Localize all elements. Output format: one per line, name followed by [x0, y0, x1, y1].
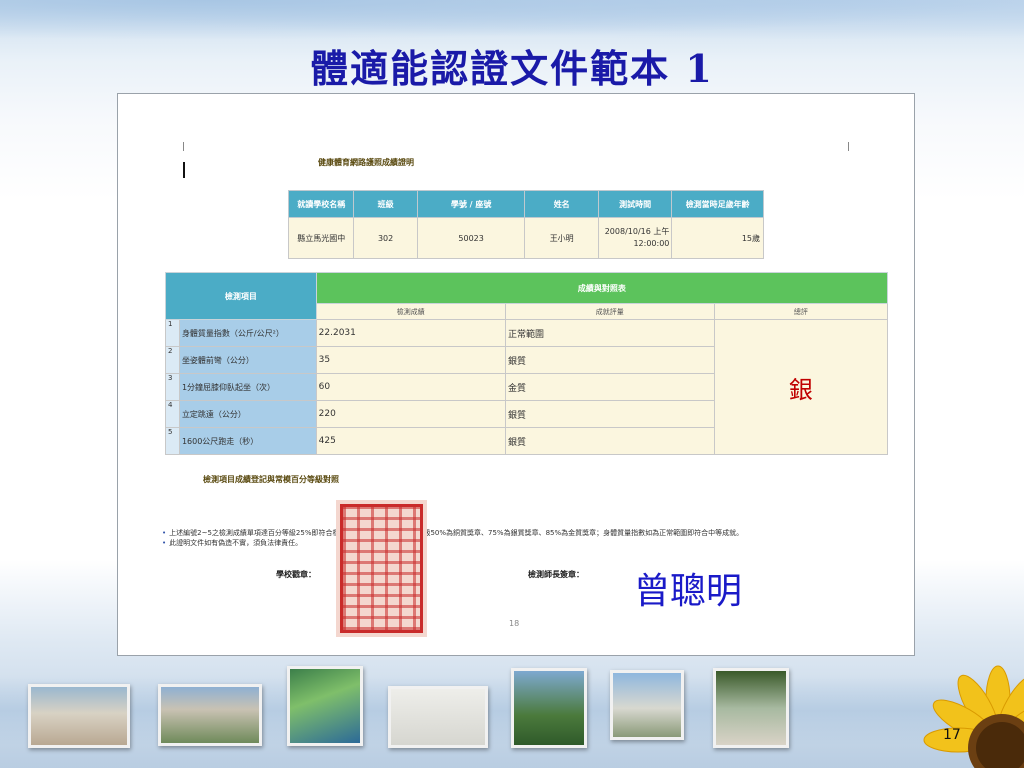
text-cursor [183, 162, 185, 178]
sky-background [0, 0, 1024, 40]
bullet-icon: • [162, 539, 167, 547]
row-rating: 正常範圍 [504, 319, 715, 347]
row-score: 22.2031 [315, 319, 506, 347]
col-rating: 成就評量 [504, 303, 715, 320]
row-item: 坐姿體前彎（公分） [178, 346, 317, 374]
overall-medal: 銀 [713, 319, 889, 455]
bullet-icon: • [162, 529, 167, 537]
row-score: 425 [315, 427, 506, 455]
col-age: 檢測當時足歲年齡 [671, 190, 764, 218]
section-norm-title: 檢測項目成績登記與常模百分等級對照 [203, 475, 339, 484]
row-score: 220 [315, 400, 506, 428]
photo-thumbnail [28, 684, 130, 748]
sunflower-icon [923, 665, 1024, 768]
table-row: 1 身體質量指數（公斤/公尺²） 22.2031 正常範圍 銀 [165, 319, 889, 455]
col-student-id: 學號 / 座號 [416, 190, 526, 218]
note-text: 上述編號2~5之檢測成績單項達百分等級25%即符合標準成就，各項成績達百分等級5… [169, 529, 744, 537]
school-seal-stamp [336, 500, 427, 637]
row-item: 身體質量指數（公斤/公尺²） [178, 319, 317, 347]
row-rating: 銀質 [504, 346, 715, 374]
director-sign-label: 檢測師長簽章： [528, 570, 584, 579]
note-item: • 上述編號2~5之檢測成績單項達百分等級25%即符合標準成就，各項成績達百分等級… [162, 528, 743, 538]
col-name: 姓名 [524, 190, 599, 218]
col-school: 就讀學校名稱 [287, 190, 355, 218]
note-text: 此證明文件如有偽造不實，須負法律責任。 [169, 539, 303, 547]
col-score-reference: 成績與對照表 [315, 272, 889, 304]
document-preview: 健康體育網路護照成績證明 就讀學校名稱 班級 學號 / 座號 姓名 測試時間 檢… [117, 93, 915, 656]
photo-strip [0, 656, 1024, 768]
photo-thumbnail [158, 684, 262, 746]
row-number: 5 [165, 427, 180, 455]
results-header-row: 檢測項目 成績與對照表 [165, 272, 889, 320]
slide-number: 17 [943, 727, 961, 743]
row-number: 3 [165, 373, 180, 401]
col-test-score: 檢測成績 [315, 303, 506, 320]
row-score: 35 [315, 346, 506, 374]
row-rating: 銀質 [504, 400, 715, 428]
student-table-row: 縣立馬光國中 302 50023 王小明 2008/10/16 上午 12:00… [287, 217, 764, 259]
row-rating: 銀質 [504, 427, 715, 455]
col-class: 班級 [353, 190, 418, 218]
document-title: 健康體育網路護照成績證明 [318, 158, 414, 167]
cell-name: 王小明 [524, 217, 599, 259]
col-test-item: 檢測項目 [165, 272, 317, 320]
director-signature: 曾聰明 [634, 571, 743, 612]
cell-school: 縣立馬光國中 [287, 217, 355, 259]
note-item: • 此證明文件如有偽造不實，須負法律責任。 [162, 538, 302, 548]
photo-thumbnail [511, 668, 587, 748]
photo-thumbnail [287, 666, 363, 746]
cell-age: 15歲 [671, 217, 764, 259]
seal-pattern [340, 504, 423, 633]
photo-thumbnail [713, 668, 789, 748]
col-overall: 總評 [713, 303, 889, 320]
row-score: 60 [315, 373, 506, 401]
row-item: 立定跳遠（公分） [178, 400, 317, 428]
col-test-time: 測試時間 [597, 190, 673, 218]
results-table: 檢測項目 成績與對照表 檢測成績 成就評量 總評 1 身體質量指數（公斤/公尺²… [165, 272, 889, 455]
row-number: 1 [165, 319, 180, 347]
document-page-number: 18 [509, 619, 520, 628]
crop-mark [848, 142, 849, 151]
row-item: 1分鐘屈膝仰臥起坐（次） [178, 373, 317, 401]
slide-title: 體適能認證文件範本 1 [310, 46, 714, 91]
cell-test-time: 2008/10/16 上午 12:00:00 [597, 217, 673, 259]
row-number: 4 [165, 400, 180, 428]
school-seal-label: 學校戳章： [276, 570, 316, 579]
cell-class: 302 [353, 217, 418, 259]
sunflower-decoration [906, 620, 1024, 768]
student-info-table: 就讀學校名稱 班級 學號 / 座號 姓名 測試時間 檢測當時足歲年齡 縣立馬光國… [287, 190, 764, 259]
row-number: 2 [165, 346, 180, 374]
cell-student-id: 50023 [416, 217, 526, 259]
photo-thumbnail [388, 686, 488, 748]
student-table-header-row: 就讀學校名稱 班級 學號 / 座號 姓名 測試時間 檢測當時足歲年齡 [287, 190, 764, 218]
photo-thumbnail [610, 670, 684, 740]
row-item: 1600公尺跑走（秒） [178, 427, 317, 455]
row-rating: 金質 [504, 373, 715, 401]
crop-mark [183, 142, 184, 151]
